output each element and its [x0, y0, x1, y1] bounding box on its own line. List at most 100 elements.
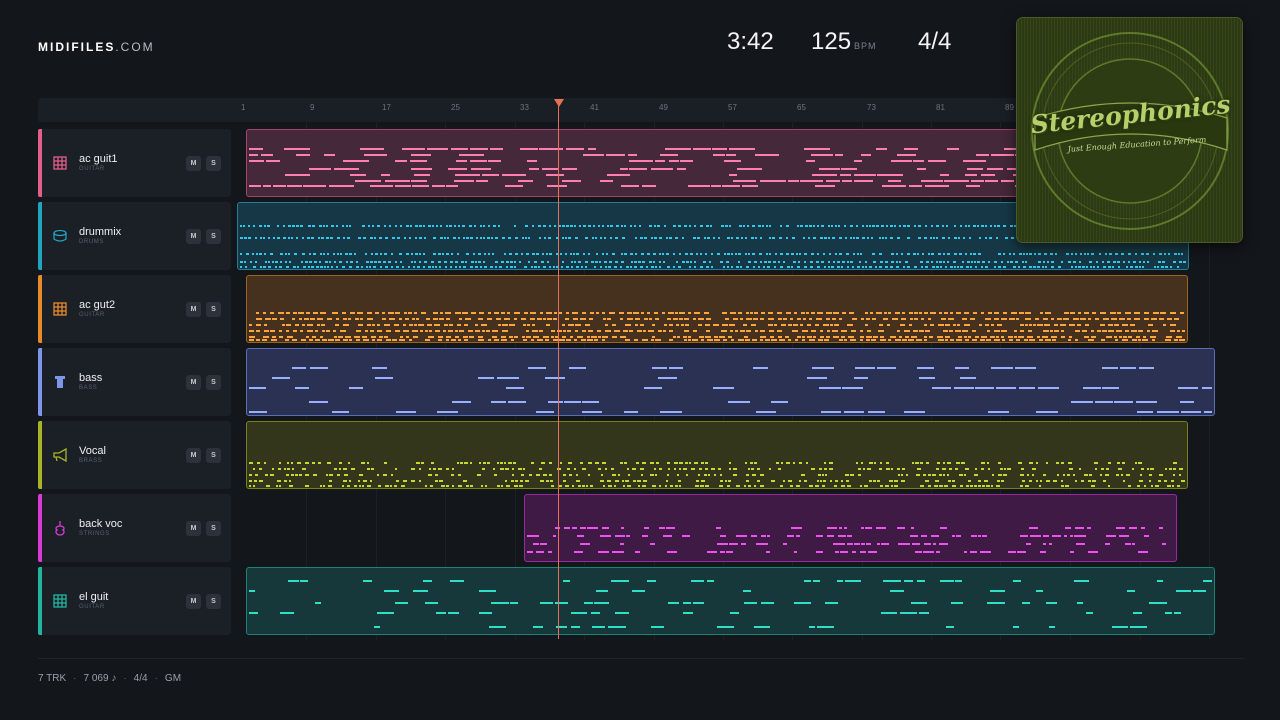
midi-note	[628, 154, 637, 156]
midi-note	[478, 336, 483, 338]
midi-note	[694, 312, 700, 314]
midi-note	[811, 154, 833, 156]
midi-note	[904, 411, 925, 413]
midi-note	[1132, 339, 1137, 341]
midi-note	[270, 253, 273, 255]
track-header-bass[interactable]: bass BASS M S	[38, 348, 231, 416]
midi-note	[1020, 474, 1024, 476]
midi-note	[835, 551, 839, 553]
mute-button[interactable]: M	[186, 521, 201, 536]
solo-button[interactable]: S	[206, 375, 221, 390]
midi-note	[1024, 339, 1028, 341]
solo-button[interactable]: S	[206, 302, 221, 317]
midi-note	[424, 261, 427, 263]
midi-note	[1074, 535, 1086, 537]
midi-note	[1051, 266, 1054, 268]
track-header-ac-guit1[interactable]: ac guit1 GUITAR M S	[38, 129, 231, 197]
track-header-drummix[interactable]: drummix DRUMS M S	[38, 202, 231, 270]
midi-note	[1061, 336, 1065, 338]
midi-note	[1053, 480, 1057, 482]
midi-note	[559, 339, 565, 341]
midi-note	[888, 339, 891, 341]
midi-note	[1071, 253, 1073, 255]
clip-bass[interactable]	[246, 348, 1215, 416]
midi-note	[752, 253, 755, 255]
midi-note	[286, 266, 289, 268]
midi-note	[527, 535, 539, 537]
track-header-ac-gut2[interactable]: ac gut2 GUITAR M S	[38, 275, 231, 343]
midi-note	[337, 237, 340, 239]
midi-note	[362, 485, 364, 487]
clip-back-voc[interactable]	[524, 494, 1177, 562]
midi-note	[745, 462, 747, 464]
solo-button[interactable]: S	[206, 229, 221, 244]
midi-note	[685, 462, 688, 464]
midi-note	[879, 266, 882, 268]
midi-note	[754, 485, 756, 487]
midi-note	[342, 225, 344, 227]
mute-button[interactable]: M	[186, 594, 201, 609]
midi-note	[287, 462, 289, 464]
solo-button[interactable]: S	[206, 594, 221, 609]
solo-button[interactable]: S	[206, 521, 221, 536]
midi-note	[367, 324, 371, 326]
midi-note	[263, 266, 266, 268]
midi-note	[1046, 462, 1048, 464]
midi-note	[1176, 336, 1182, 338]
midi-note	[647, 312, 650, 314]
midi-note	[919, 377, 935, 379]
midi-note	[551, 485, 554, 487]
midi-note	[1008, 336, 1013, 338]
mute-button[interactable]: M	[186, 448, 201, 463]
midi-note	[510, 602, 518, 604]
playhead-handle[interactable]	[554, 99, 564, 107]
midi-note	[547, 261, 549, 263]
midi-note	[496, 318, 501, 320]
midi-note	[571, 266, 573, 268]
midi-note	[438, 261, 441, 263]
clip-vocal[interactable]	[246, 421, 1188, 489]
midi-note	[970, 266, 972, 268]
track-header-vocal[interactable]: Vocal BRASS M S	[38, 421, 231, 489]
midi-note	[1091, 330, 1094, 332]
midi-note	[713, 324, 719, 326]
midi-note	[610, 225, 613, 227]
midi-note	[244, 237, 247, 239]
midi-note	[497, 462, 499, 464]
midi-note	[685, 324, 689, 326]
midi-note	[1131, 330, 1137, 332]
solo-button[interactable]: S	[206, 156, 221, 171]
midi-note	[1042, 266, 1044, 268]
track-name: drummix	[79, 226, 122, 238]
midi-note	[336, 318, 339, 320]
midi-note	[925, 225, 927, 227]
clip-ac-gut2[interactable]	[246, 275, 1188, 343]
midi-note	[729, 174, 737, 176]
mute-button[interactable]: M	[186, 302, 201, 317]
midi-note	[1105, 543, 1110, 545]
midi-note	[504, 462, 506, 464]
midi-note	[731, 253, 733, 255]
track-header-back-voc[interactable]: back voc STRINGS M S	[38, 494, 231, 562]
midi-note	[826, 312, 832, 314]
midi-note	[534, 261, 537, 263]
clip-el-guit[interactable]	[246, 567, 1215, 635]
midi-note	[532, 324, 535, 326]
track-header-el-guit[interactable]: el guit GUITAR M S	[38, 567, 231, 635]
midi-note	[553, 535, 556, 537]
mute-button[interactable]: M	[186, 229, 201, 244]
midi-note	[484, 253, 486, 255]
midi-note	[890, 590, 904, 592]
mute-button[interactable]: M	[186, 156, 201, 171]
midi-note	[349, 387, 363, 389]
midi-note	[1088, 480, 1091, 482]
playhead[interactable]	[558, 104, 559, 639]
midi-note	[288, 237, 290, 239]
mute-button[interactable]: M	[186, 375, 201, 390]
solo-button[interactable]: S	[206, 448, 221, 463]
midi-note	[592, 626, 605, 628]
midi-note	[278, 312, 284, 314]
midi-note	[572, 312, 578, 314]
midi-note	[683, 602, 691, 604]
midi-note	[650, 543, 655, 545]
